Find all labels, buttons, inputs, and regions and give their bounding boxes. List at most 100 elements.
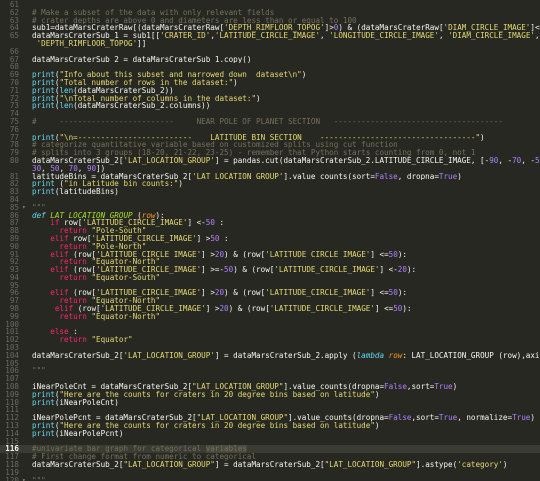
code-line[interactable]: 84: [0, 196, 540, 204]
code-line[interactable]: 108 iNearPoleCnt = dataMarsCraterSub_2["L…: [0, 383, 540, 391]
code-line[interactable]: 120▾""": [0, 476, 540, 481]
code-token: 20: [219, 305, 229, 313]
code-text: # Make a subset of the data with only re…: [32, 9, 540, 17]
code-line[interactable]: 99 return "Equator-North": [0, 313, 540, 321]
code-token: ) & (row[: [233, 266, 275, 274]
code-line[interactable]: 110 print(iNearPoleCnt): [0, 398, 540, 407]
code-line[interactable]: 82 print ("in Latitude bin counts:"): [0, 180, 540, 188]
code-token: "LAT_LOCATION_GROUP": [123, 461, 215, 469]
code-token: "LAT_LOCATION_GROUP": [196, 414, 289, 423]
code-line[interactable]: 104 dataMarsCraterSub_2['LAT_LOCATION_GRO…: [0, 352, 540, 360]
code-line[interactable]: 102 return "Equator": [0, 336, 540, 344]
code-text: iNearPolePcnt = dataMarsCraterSub_2["LAT…: [32, 414, 540, 422]
code-token: 50: [224, 266, 234, 274]
code-token: ): [256, 94, 261, 103]
code-line[interactable]: 89 elif row['LATITUDE_CIRCLE_IMAGE'] >50…: [0, 235, 540, 243]
code-token: 70: [68, 164, 78, 173]
code-line[interactable]: 101 else :: [0, 328, 540, 336]
code-text: print ("in Latitude bin counts:"): [32, 180, 540, 188]
code-line[interactable]: 105: [0, 359, 540, 368]
code-line[interactable]: 73 print(len(dataMarsCraterSub_2.columns)…: [0, 102, 540, 110]
code-line[interactable]: 78 # categorize quantitative variable bas…: [0, 141, 540, 149]
code-token: (: [54, 180, 65, 189]
code-token: 'DEPTH_RIMFLOOR_TOPOG': [36, 39, 138, 48]
code-line[interactable]: 69 print("Info about this subset and narr…: [0, 71, 540, 79]
code-line[interactable]: 94 return "Equator-South": [0, 274, 540, 282]
code-token: 30: [32, 164, 42, 173]
code-token: dataMarsCraterSub_1 = sub1[[: [32, 32, 161, 40]
code-token: dataMarsCraterSub_2 = dataMarsCraterSub_…: [32, 55, 252, 64]
code-text: if row['LATITUDE_CIRCLE_IMAGE'] <-50 :: [32, 219, 540, 227]
code-token: True: [438, 414, 458, 423]
code-token: 70: [512, 156, 522, 165]
code-line[interactable]: 74: [0, 110, 540, 118]
code-token: 'CRATER_ID': [160, 32, 211, 40]
code-line[interactable]: 106 """: [0, 367, 540, 375]
code-line[interactable]: 68: [0, 63, 540, 71]
code-token: 20: [397, 266, 407, 274]
code-line[interactable]: 96 elif (row['LATITUDE_CIRCLE_IMAGE'] >2…: [0, 289, 540, 297]
code-line[interactable]: 62 # Make a subset of the data with only …: [0, 8, 540, 17]
code-line[interactable]: 75 # ------------------------- NEAR POLE …: [0, 118, 540, 126]
code-line[interactable]: 64 sub1=dataMarsCraterRaw[(dataMarsCrater…: [0, 24, 540, 32]
code-line[interactable]: 92 return "Equator-North": [0, 258, 540, 266]
current-code-line[interactable]: 116 #univariate bar graph for categorical…: [0, 445, 540, 454]
code-line[interactable]: 91 elif (row['LATITUDE_CIRCLE_IMAGE'] >2…: [0, 250, 540, 259]
code-line[interactable]: 81 latitudeBins = dataMarsCraterSub_2['LA…: [0, 172, 540, 181]
code-line[interactable]: 65 dataMarsCraterSub_1 = sub1[['CRATER_ID…: [0, 32, 540, 40]
code-line[interactable]: 71 print(len(dataMarsCraterSub_2)): [0, 86, 540, 95]
code-line[interactable]: 'DEPTH_RIMFLOOR_TOPOG']]: [0, 40, 540, 48]
code-token: 'LAT_LOCATION_GROUP': [192, 172, 284, 181]
code-token: ] = pandas.cut(dataMarsCraterSub_2.LATIT…: [214, 156, 490, 165]
code-token: 20: [214, 250, 225, 259]
code-token: ):: [406, 266, 417, 274]
code-line[interactable]: 85 ▾ """: [0, 203, 540, 212]
code-line[interactable]: 117 # First change format from numeric to…: [0, 453, 540, 461]
code-line[interactable]: 86 def LAT_LOCATION_GROUP (row):: [0, 211, 540, 220]
code-token: : LAT_LOCATION_GROUP (row),axis=: [402, 351, 540, 360]
code-line[interactable]: 63 # crater depths are above 0 and diamet…: [0, 16, 540, 25]
code-line[interactable]: 97 return "Equator-North": [0, 297, 540, 305]
code-line[interactable]: 112 iNearPolePcnt = dataMarsCraterSub_2["…: [0, 414, 540, 422]
code-editor[interactable]: 61 62 # Make a subset of the data with onl…: [0, 0, 540, 481]
code-line[interactable]: 109 print("Here are the counts for crater…: [0, 391, 540, 399]
code-line[interactable]: 119: [0, 469, 540, 477]
code-line[interactable]: 95: [0, 281, 540, 290]
code-line[interactable]: 30, 50, 70, 90]): [0, 165, 540, 173]
code-line[interactable]: 87 if row['LATITUDE_CIRCLE_IMAGE'] <-50 …: [0, 219, 540, 227]
code-line[interactable]: 115: [0, 437, 540, 446]
code-line[interactable]: 107: [0, 375, 540, 383]
chevron-down-icon[interactable]: ▾: [22, 204, 30, 212]
code-line[interactable]: 67 dataMarsCraterSub_2 = dataMarsCraterSu…: [0, 55, 540, 64]
code-token: "Pole-North": [91, 242, 147, 251]
code-line[interactable]: 72 print("\nTotal number of columns in th…: [0, 94, 540, 103]
code-line[interactable]: 103: [0, 344, 540, 352]
code-line[interactable]: 77 print("\n=------------------------- LA…: [0, 133, 540, 142]
code-token: print: [32, 78, 55, 87]
code-text: else :: [32, 328, 540, 336]
code-line[interactable]: 76: [0, 125, 540, 134]
code-line[interactable]: 80 dataMarsCraterSub_2['LAT_LOCATION_GROU…: [0, 157, 540, 165]
code-token: "Pole-South": [91, 227, 147, 235]
code-token: print: [32, 188, 55, 196]
code-line[interactable]: 111: [0, 406, 540, 414]
code-token: iNearPolePcnt = dataMarsCraterSub_2[: [32, 414, 197, 423]
code-line[interactable]: 88 return "Pole-South": [0, 227, 540, 235]
code-token: "Equator-North": [91, 312, 161, 321]
code-text: elif (row['LATITUDE_CIRCLE_IMAGE'] >20) …: [32, 289, 540, 297]
code-line[interactable]: 98 elif (row['LATITUDE_CIRCLE_IMAGE'] >2…: [0, 305, 540, 313]
code-line[interactable]: 66: [0, 47, 540, 56]
code-line[interactable]: 79 # splits into 3 groups (18-20, 21-22, …: [0, 149, 540, 157]
code-line[interactable]: 118 dataMarsCraterSub_2["LAT_LOCATION_GRO…: [0, 461, 540, 469]
code-line[interactable]: 114 print(iNearPolePcnt): [0, 430, 540, 438]
code-line[interactable]: 100: [0, 320, 540, 329]
code-line[interactable]: 70 print("Total number of rows in the dat…: [0, 79, 540, 87]
code-line[interactable]: 93 elif (row['LATITUDE_CIRCLE_IMAGE'] >=…: [0, 266, 540, 274]
code-token: ] <-: [379, 266, 398, 274]
code-line[interactable]: 83 print(latitudeBins): [0, 188, 540, 196]
code-token: False: [374, 172, 398, 181]
chevron-down-icon[interactable]: ▾: [22, 477, 30, 481]
code-line[interactable]: 90 return "Pole-North": [0, 242, 540, 251]
code-line[interactable]: 113 print("Here are the counts for crater…: [0, 422, 540, 430]
code-line[interactable]: 61: [0, 1, 540, 9]
